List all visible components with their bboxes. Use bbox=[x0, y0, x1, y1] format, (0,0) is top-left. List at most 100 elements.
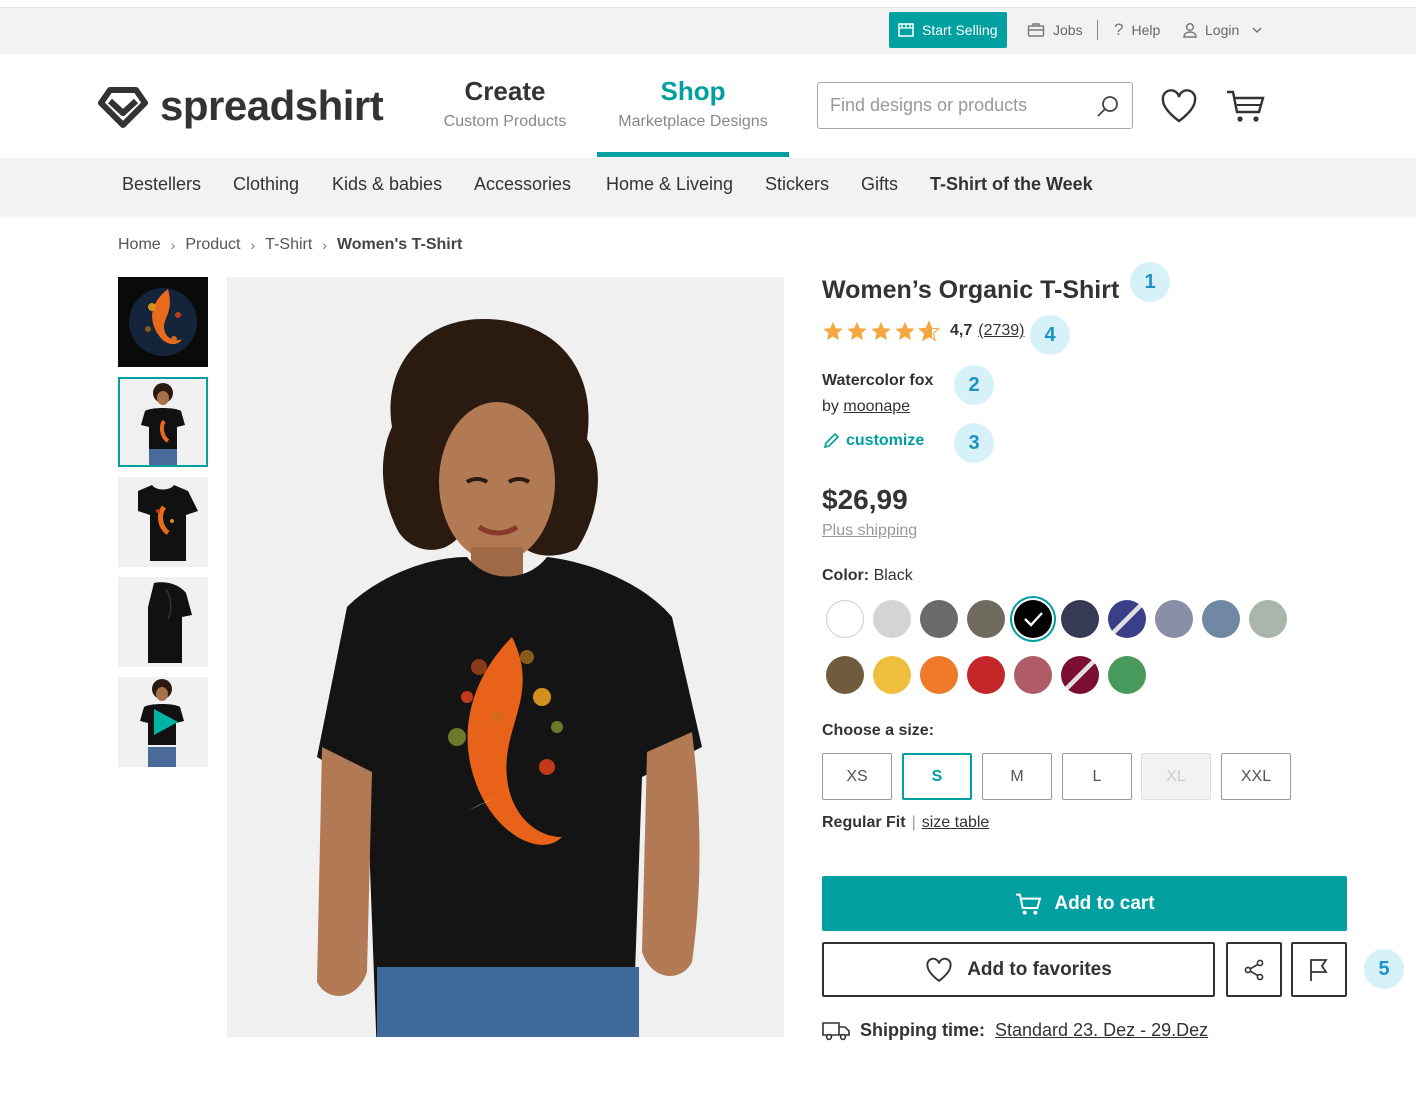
color-swatch[interactable] bbox=[920, 656, 958, 694]
jobs-link[interactable]: Jobs bbox=[1027, 12, 1083, 48]
color-swatch[interactable] bbox=[1108, 600, 1146, 638]
color-swatch[interactable] bbox=[826, 600, 864, 638]
play-icon[interactable] bbox=[148, 705, 182, 739]
shirt-side-image bbox=[118, 577, 208, 667]
color-swatch[interactable] bbox=[826, 656, 864, 694]
designer-link[interactable]: moonape bbox=[843, 398, 910, 415]
design-name: Watercolor fox bbox=[822, 372, 934, 389]
category-tshirt-of-week[interactable]: T-Shirt of the Week bbox=[930, 174, 1093, 195]
login-menu[interactable]: Login bbox=[1183, 12, 1263, 48]
color-swatch[interactable] bbox=[1061, 600, 1099, 638]
top-strip bbox=[0, 0, 1416, 8]
annotation-marker-1: 1 bbox=[1130, 262, 1170, 302]
share-button[interactable] bbox=[1226, 942, 1282, 997]
annotation-marker-2: 2 bbox=[954, 365, 994, 405]
search-icon[interactable] bbox=[1096, 94, 1120, 118]
star-icon bbox=[871, 321, 891, 341]
color-swatch[interactable] bbox=[873, 600, 911, 638]
share-icon bbox=[1244, 959, 1264, 980]
chevron-right-icon: › bbox=[250, 237, 256, 253]
color-swatch[interactable] bbox=[1155, 600, 1193, 638]
size-label: Choose a size: bbox=[822, 722, 935, 739]
category-clothing[interactable]: Clothing bbox=[233, 174, 299, 195]
chevron-right-icon: › bbox=[322, 237, 327, 253]
color-swatch[interactable] bbox=[1202, 600, 1240, 638]
breadcrumb-product[interactable]: Product bbox=[185, 236, 240, 254]
color-swatch[interactable] bbox=[1249, 600, 1287, 638]
color-swatch[interactable] bbox=[1061, 656, 1099, 694]
breadcrumb: Home › Product › T-Shirt › Women's T-Shi… bbox=[118, 236, 462, 254]
shop-subtitle: Marketplace Designs bbox=[618, 113, 768, 130]
color-swatch[interactable] bbox=[1108, 656, 1146, 694]
size-table-link[interactable]: size table bbox=[922, 814, 990, 832]
breadcrumb-home[interactable]: Home bbox=[118, 236, 161, 254]
category-bestellers[interactable]: Bestellers bbox=[122, 174, 201, 195]
plus-shipping-link[interactable]: Plus shipping bbox=[822, 522, 917, 540]
fit-divider: | bbox=[911, 814, 916, 831]
thumbnail-model-front[interactable] bbox=[118, 377, 208, 467]
color-swatch[interactable] bbox=[920, 600, 958, 638]
product-title: Women’s Organic T-Shirt bbox=[822, 276, 1120, 304]
thumbnail-video[interactable] bbox=[118, 677, 208, 767]
customize-link[interactable]: customize bbox=[822, 432, 924, 450]
login-label: Login bbox=[1205, 22, 1240, 38]
annotation-marker-4: 4 bbox=[1030, 315, 1070, 355]
help-link[interactable]: ? Help bbox=[1114, 12, 1160, 48]
size-xs-button[interactable]: XS bbox=[822, 753, 892, 800]
heart-icon[interactable] bbox=[1160, 88, 1198, 124]
color-swatch[interactable] bbox=[967, 600, 1005, 638]
color-swatch[interactable] bbox=[967, 656, 1005, 694]
size-s-button[interactable]: S bbox=[902, 753, 972, 800]
customize-label: customize bbox=[846, 432, 925, 449]
color-swatch[interactable] bbox=[1014, 656, 1052, 694]
add-to-cart-button[interactable]: Add to cart bbox=[822, 876, 1347, 931]
search-input[interactable] bbox=[830, 95, 1090, 116]
add-to-favorites-button[interactable]: Add to favorites bbox=[822, 942, 1215, 997]
breadcrumb-current: Women's T-Shirt bbox=[336, 236, 463, 253]
category-kids-babies[interactable]: Kids & babies bbox=[332, 174, 442, 195]
by-prefix: by bbox=[822, 398, 839, 415]
add-to-favorites-label: Add to favorites bbox=[967, 958, 1112, 980]
thumbnail-design[interactable] bbox=[118, 277, 208, 367]
category-stickers[interactable]: Stickers bbox=[765, 174, 829, 195]
thumbnail-shirt-side[interactable] bbox=[118, 577, 208, 667]
flag-icon bbox=[1310, 958, 1328, 981]
rating-count[interactable]: (2739) bbox=[978, 322, 1024, 340]
start-selling-label: Start Selling bbox=[922, 22, 998, 38]
logo-text: spreadshirt bbox=[160, 82, 384, 129]
product-price: $26,99 bbox=[822, 484, 908, 515]
nav-create[interactable]: Create Custom Products bbox=[432, 76, 578, 131]
color-swatch[interactable] bbox=[1014, 600, 1052, 638]
size-l-button[interactable]: L bbox=[1062, 753, 1132, 800]
category-nav: Bestellers Clothing Kids & babies Access… bbox=[0, 158, 1416, 214]
annotation-marker-3: 3 bbox=[954, 423, 994, 463]
model-wearing-shirt-image bbox=[227, 277, 784, 1037]
pencil-icon bbox=[823, 432, 840, 449]
size-xxl-button[interactable]: XXL bbox=[1221, 753, 1291, 800]
color-swatch[interactable] bbox=[873, 656, 911, 694]
create-subtitle: Custom Products bbox=[443, 113, 567, 130]
product-rating[interactable]: 4,7 (2739) bbox=[822, 320, 1025, 342]
thumbnail-shirt-front[interactable] bbox=[118, 477, 208, 567]
question-icon: ? bbox=[1114, 20, 1124, 39]
site-header: spreadshirt Create Custom Products Shop … bbox=[0, 54, 1416, 158]
fit-label: Regular Fit bbox=[822, 814, 906, 831]
category-gifts[interactable]: Gifts bbox=[861, 174, 898, 195]
category-home-living[interactable]: Home & Liveing bbox=[606, 174, 733, 195]
check-icon bbox=[1024, 612, 1043, 627]
category-accessories[interactable]: Accessories bbox=[474, 174, 571, 195]
size-m-button[interactable]: M bbox=[982, 753, 1052, 800]
user-icon bbox=[1183, 23, 1197, 38]
storefront-icon bbox=[898, 23, 914, 37]
utility-bar: Start Selling Jobs ? Help Login bbox=[0, 8, 1416, 54]
truck-icon bbox=[822, 1022, 850, 1041]
cart-icon[interactable] bbox=[1225, 88, 1265, 124]
report-button[interactable] bbox=[1291, 942, 1347, 997]
nav-shop[interactable]: Shop Marketplace Designs bbox=[597, 76, 789, 131]
help-label: Help bbox=[1131, 22, 1161, 38]
spreadshirt-logo[interactable]: spreadshirt bbox=[96, 82, 384, 130]
breadcrumb-tshirt[interactable]: T-Shirt bbox=[265, 236, 312, 254]
shipping-value[interactable]: Standard 23. Dez - 29.Dez bbox=[995, 1020, 1208, 1041]
start-selling-button[interactable]: Start Selling bbox=[889, 12, 1007, 48]
size-xl-button[interactable]: XL bbox=[1141, 753, 1211, 800]
